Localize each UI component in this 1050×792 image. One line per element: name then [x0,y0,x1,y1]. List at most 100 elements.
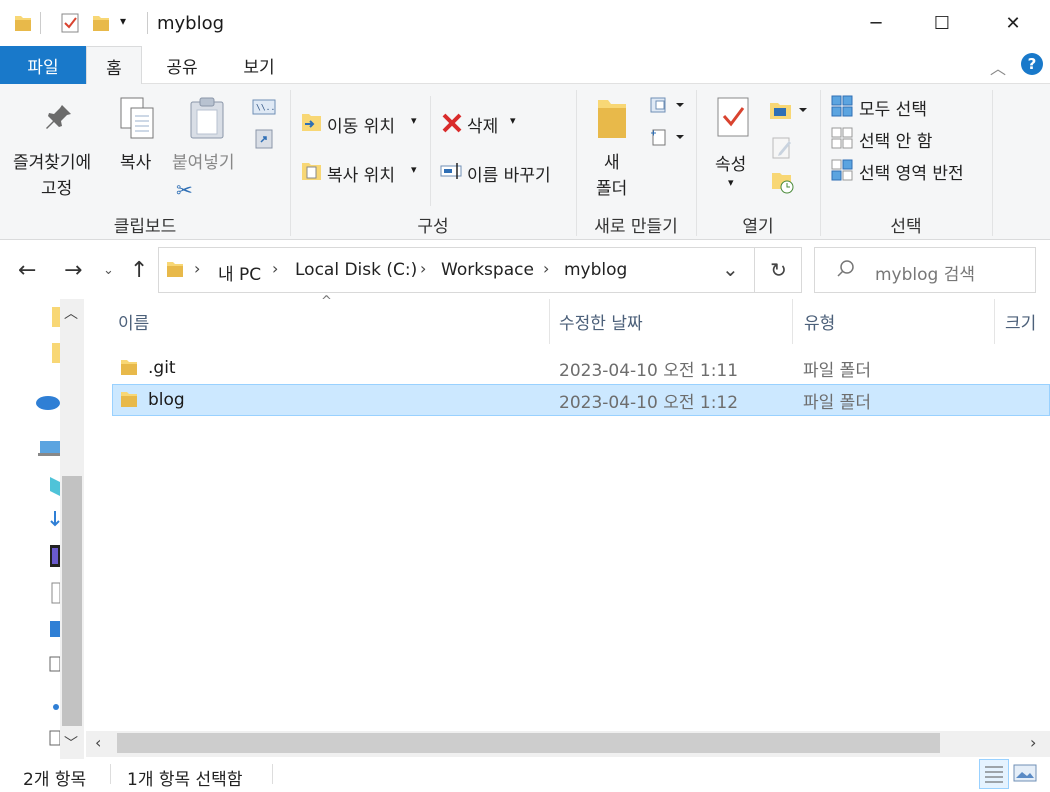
file-name[interactable]: blog [148,390,185,410]
search-input[interactable]: myblog 검색 [875,260,975,285]
table-row[interactable]: blog 2023-04-10 오전 1:12 파일 폴더 [112,384,1050,416]
properties-icon [716,96,752,142]
up-arrow-icon[interactable]: ↑ [130,258,148,283]
minimize-button[interactable]: ─ [853,0,899,46]
file-type: 파일 폴더 [803,360,871,381]
copy-button[interactable]: 복사 [120,148,151,173]
expand-ribbon-icon[interactable]: ︿ [990,55,1006,79]
pin-to-quick-access-label-2[interactable]: 고정 [41,174,72,199]
breadcrumb-separator-icon[interactable]: › [543,259,549,278]
new-folder-quick-icon[interactable] [92,13,110,33]
table-row[interactable]: .git 2023-04-10 오전 1:11 파일 폴더 [112,352,1050,384]
copy-to-button[interactable]: 복사 위치 [327,161,395,186]
properties-quick-icon[interactable] [60,12,80,34]
status-item-count: 2개 항목 [23,770,87,790]
window-title: myblog [157,13,225,34]
breadcrumb-local-disk[interactable]: Local Disk (C:) [295,260,417,280]
paste-button[interactable]: 붙여넣기 [172,148,235,173]
scroll-down-icon[interactable]: ﹀ [64,733,78,753]
maximize-button[interactable]: ☐ [919,0,965,46]
recent-locations-chevron-icon[interactable]: ⌄ [103,263,114,278]
new-item-icon[interactable] [649,96,685,114]
folder-icon [14,13,32,33]
move-to-dropdown-icon[interactable]: ▾ [411,114,417,127]
divider[interactable] [549,299,550,344]
easy-access-icon[interactable] [649,127,685,147]
rename-button[interactable]: 이름 바꾸기 [467,161,551,186]
folder-icon [166,259,184,279]
file-name[interactable]: .git [148,358,176,378]
move-to-icon [301,111,323,133]
search-icon [836,259,856,279]
address-dropdown-icon[interactable]: ⌄ [722,257,739,281]
copy-icon [118,96,158,142]
divider[interactable] [792,299,793,344]
breadcrumb-myblog[interactable]: myblog [564,260,627,280]
delete-button[interactable]: 삭제 [467,112,498,137]
paste-icon [188,96,228,142]
file-modified: 2023-04-10 오전 1:11 [559,360,739,381]
new-folder-label[interactable]: 새 [604,148,620,173]
edit-icon[interactable] [771,136,793,160]
delete-dropdown-icon[interactable]: ▾ [510,114,516,127]
delete-icon [441,112,463,134]
tab-file[interactable]: 파일 [0,46,86,84]
group-clipboard-label: 클립보드 [113,217,177,237]
pin-to-quick-access-label[interactable]: 즐겨찾기에 [13,148,91,173]
breadcrumb-separator-icon[interactable]: › [194,259,200,278]
close-button[interactable]: ✕ [990,0,1036,46]
select-none-icon [831,127,853,149]
copy-to-dropdown-icon[interactable]: ▾ [411,163,417,176]
move-to-button[interactable]: 이동 위치 [327,112,395,137]
properties-dropdown-icon[interactable]: ▾ [728,176,734,189]
svg-text:\\..: \\.. [256,103,275,112]
pin-icon [42,102,74,134]
tab-share[interactable]: 공유 [152,46,212,84]
select-none-button[interactable]: 선택 안 함 [859,127,932,152]
breadcrumb-separator-icon[interactable]: › [272,259,278,278]
large-icons-view-icon[interactable] [1013,763,1037,783]
details-view-icon[interactable] [979,759,1009,789]
refresh-icon[interactable]: ↻ [754,247,802,293]
cut-icon[interactable]: ✂ [176,178,193,202]
divider[interactable] [994,299,995,344]
open-icon[interactable] [769,99,809,121]
select-all-icon [831,95,853,117]
column-header-type[interactable]: 유형 [804,299,835,344]
help-icon[interactable]: ? [1021,53,1043,75]
horizontal-scroll-thumb[interactable] [117,733,940,753]
scroll-right-icon[interactable]: › [1030,733,1036,752]
select-all-button[interactable]: 모두 선택 [859,95,927,120]
nav-scroll-thumb[interactable] [62,476,82,726]
customize-quick-access-icon[interactable]: ▾ [120,14,126,28]
forward-arrow-icon[interactable]: → [64,258,82,283]
divider [40,12,41,34]
column-header-name[interactable]: 이름 [118,299,149,344]
file-modified: 2023-04-10 오전 1:12 [559,392,739,413]
new-folder-icon [596,96,628,140]
divider [992,90,993,236]
scroll-left-icon[interactable]: ‹ [95,733,101,752]
history-icon[interactable] [771,170,795,194]
folder-icon [120,357,138,377]
invert-selection-button[interactable]: 선택 영역 반전 [859,159,964,184]
tab-view[interactable]: 보기 [228,46,290,84]
paste-shortcut-icon[interactable] [255,127,273,149]
copy-path-icon[interactable]: \\.. [252,99,276,115]
group-select-label: 선택 [890,217,922,237]
rename-icon [440,162,464,180]
column-header-modified[interactable]: 수정한 날짜 [559,299,643,344]
invert-selection-icon [831,159,853,181]
breadcrumb-workspace[interactable]: Workspace [441,260,534,280]
group-open-label: 열기 [742,217,774,237]
breadcrumb-separator-icon[interactable]: › [420,259,426,278]
properties-button[interactable]: 속성 [715,150,746,175]
new-folder-label-2[interactable]: 폴더 [596,174,627,199]
folder-icon [120,389,138,409]
column-header-size[interactable]: 크기 [1005,299,1036,344]
breadcrumb-this-pc[interactable]: 내 PC [218,260,261,285]
divider [430,96,431,206]
back-arrow-icon[interactable]: ← [18,258,36,283]
scroll-up-icon[interactable]: ︿ [64,303,78,323]
tab-home[interactable]: 홈 [86,46,142,85]
